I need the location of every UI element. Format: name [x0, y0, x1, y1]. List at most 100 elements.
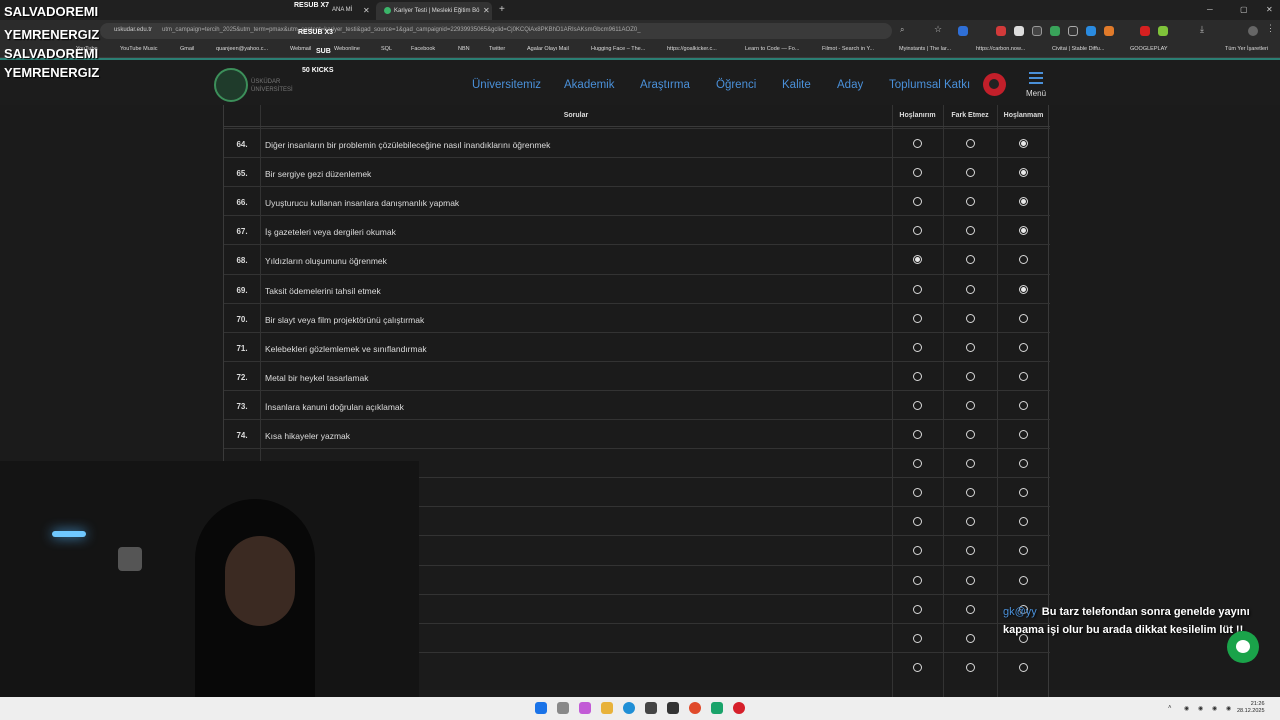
close-tab-icon[interactable]: ✕ [483, 6, 490, 15]
bookmark-item[interactable]: https://goalkicker.c... [667, 46, 717, 52]
zoom-icon[interactable]: ⌕ [900, 25, 910, 35]
radio-like[interactable] [913, 255, 922, 265]
radio-dislike[interactable] [1019, 400, 1028, 410]
radio-dislike[interactable] [1019, 197, 1028, 207]
browser-menu-icon[interactable]: ⋮ [1266, 23, 1276, 33]
system-clock[interactable]: 21:26 28.12.2025 [1237, 701, 1265, 715]
radio-dislike[interactable] [1019, 488, 1028, 498]
radio-neutral[interactable] [966, 139, 975, 148]
extension-icon[interactable] [1158, 26, 1168, 36]
radio-like[interactable] [913, 168, 922, 178]
radio-neutral[interactable] [966, 226, 975, 236]
radio-neutral[interactable] [966, 342, 975, 352]
radio-neutral[interactable] [966, 633, 975, 643]
radio-dislike[interactable] [1019, 139, 1028, 148]
browser-tab-active[interactable]: Kariyer Testi | Mesleki Eğitim Bö [376, 2, 492, 20]
radio-like[interactable] [913, 430, 922, 439]
radio-like[interactable] [913, 604, 922, 614]
tray-icon[interactable]: ◉ [1184, 705, 1189, 712]
extension-icon[interactable] [1014, 26, 1024, 36]
bookmark-item[interactable]: Webonline [334, 46, 360, 52]
extension-icon[interactable] [996, 26, 1006, 36]
bookmark-item[interactable]: NBN [458, 46, 470, 52]
flag-icon[interactable] [983, 73, 1006, 96]
bookmark-item[interactable]: https://carbon.now... [976, 46, 1025, 52]
radio-like[interactable] [913, 226, 922, 236]
tray-icon[interactable]: ◉ [1198, 705, 1203, 712]
radio-dislike[interactable] [1019, 575, 1028, 585]
radio-neutral[interactable] [966, 575, 975, 585]
nav-item-akademik[interactable]: Akademik [564, 79, 615, 91]
radio-neutral[interactable] [966, 459, 975, 469]
radio-neutral[interactable] [966, 517, 975, 527]
radio-dislike[interactable] [1019, 459, 1028, 469]
extension-icon[interactable] [1050, 26, 1060, 36]
radio-like[interactable] [913, 517, 922, 527]
edge-icon[interactable] [623, 702, 635, 714]
chrome-icon[interactable] [689, 702, 701, 714]
radio-like[interactable] [913, 633, 922, 643]
radio-dislike[interactable] [1019, 226, 1028, 236]
close-window-icon[interactable]: ✕ [1266, 5, 1273, 14]
hamburger-menu-icon[interactable] [1029, 72, 1043, 84]
file-explorer-icon[interactable] [601, 702, 613, 714]
bookmark-star-icon[interactable]: ☆ [934, 24, 944, 34]
app-icon[interactable] [667, 702, 679, 714]
tray-icon[interactable]: ◉ [1226, 705, 1231, 712]
extension-icon[interactable] [1068, 26, 1078, 36]
maximize-window-icon[interactable]: ▢ [1240, 5, 1248, 14]
radio-like[interactable] [913, 662, 922, 672]
bookmark-item[interactable]: Civitai | Stable Diffu... [1052, 46, 1104, 52]
nav-item-arastirma[interactable]: Araştırma [640, 79, 690, 91]
bookmark-item[interactable]: Myinstants | The lar... [899, 46, 951, 52]
new-tab-button[interactable]: + [499, 4, 505, 15]
app-icon[interactable] [733, 702, 745, 714]
all-bookmarks-folder[interactable]: Tüm Yer İşaretleri [1225, 46, 1268, 52]
radio-like[interactable] [913, 197, 922, 207]
bookmark-item[interactable]: Learn to Code — Fo... [745, 46, 799, 52]
radio-dislike[interactable] [1019, 313, 1028, 323]
bookmark-folder[interactable]: GOOGLEPLAY [1130, 46, 1168, 52]
profile-avatar[interactable] [1248, 26, 1258, 36]
radio-dislike[interactable] [1019, 546, 1028, 556]
menu-label[interactable]: Menü [1026, 89, 1046, 98]
radio-neutral[interactable] [966, 255, 975, 265]
radio-neutral[interactable] [966, 488, 975, 498]
radio-dislike[interactable] [1019, 342, 1028, 352]
radio-like[interactable] [913, 139, 922, 148]
extension-icon[interactable] [958, 26, 968, 36]
app-icon[interactable] [711, 702, 723, 714]
radio-neutral[interactable] [966, 284, 975, 294]
nav-item-toplumsal-katki[interactable]: Toplumsal Katkı [889, 79, 970, 91]
extension-icon[interactable] [1104, 26, 1114, 36]
tray-icon[interactable]: ◉ [1212, 705, 1217, 712]
start-menu-icon[interactable] [535, 702, 547, 714]
bookmark-item[interactable]: Facebook [411, 46, 435, 52]
download-icon[interactable]: ⤓ [1200, 24, 1210, 34]
nav-item-ogrenci[interactable]: Öğrenci [716, 79, 756, 91]
radio-like[interactable] [913, 546, 922, 556]
radio-like[interactable] [913, 459, 922, 469]
radio-like[interactable] [913, 575, 922, 585]
radio-like[interactable] [913, 371, 922, 381]
extension-icon[interactable] [1140, 26, 1150, 36]
radio-like[interactable] [913, 313, 922, 323]
bookmark-item[interactable]: Hugging Face – The... [591, 46, 645, 52]
radio-neutral[interactable] [966, 168, 975, 178]
radio-neutral[interactable] [966, 313, 975, 323]
radio-neutral[interactable] [966, 197, 975, 207]
radio-like[interactable] [913, 284, 922, 294]
bookmark-item[interactable]: Filmot - Search in Y... [822, 46, 874, 52]
nav-item-kalite[interactable]: Kalite [782, 79, 811, 91]
tray-overflow-icon[interactable]: ˄ [1168, 705, 1172, 711]
radio-like[interactable] [913, 342, 922, 352]
minimize-window-icon[interactable]: ─ [1207, 5, 1213, 14]
radio-neutral[interactable] [966, 430, 975, 439]
bookmark-item[interactable]: Twitter [489, 46, 505, 52]
close-tab-icon[interactable]: ✕ [363, 6, 370, 15]
radio-neutral[interactable] [966, 662, 975, 672]
bookmark-item[interactable]: SQL [381, 46, 392, 52]
radio-like[interactable] [913, 488, 922, 498]
radio-dislike[interactable] [1019, 430, 1028, 439]
radio-neutral[interactable] [966, 400, 975, 410]
